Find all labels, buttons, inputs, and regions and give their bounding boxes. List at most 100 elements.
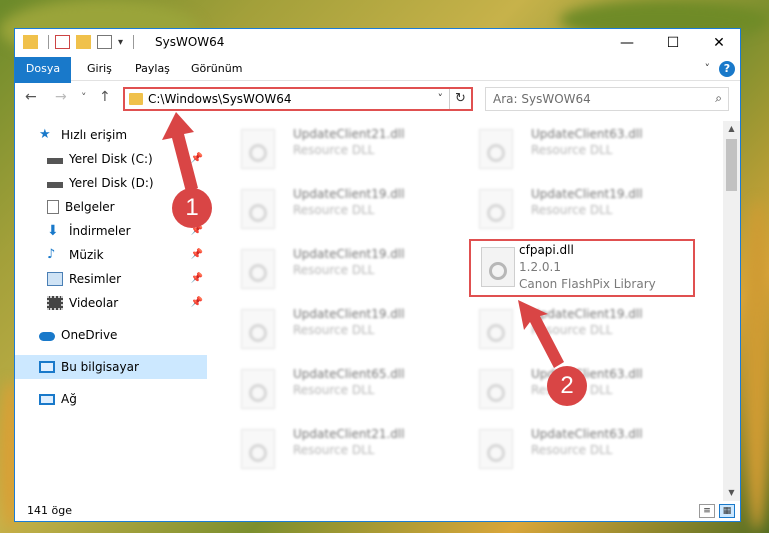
- search-box[interactable]: Ara: SysWOW64 ⌕: [485, 87, 729, 111]
- file-name: UpdateClient19.dll: [531, 187, 643, 201]
- search-icon[interactable]: ⌕: [715, 91, 722, 106]
- sidebar-item-label: Videolar: [69, 296, 119, 310]
- sidebar-item-onedrive[interactable]: OneDrive: [15, 323, 207, 347]
- file-item[interactable]: UpdateClient21.dll Resource DLL: [231, 421, 451, 475]
- dll-file-icon: [479, 369, 513, 409]
- sidebar-item-disk-d[interactable]: Yerel Disk (D:): [15, 171, 207, 195]
- details-view-button[interactable]: ≡: [699, 504, 715, 518]
- file-name: UpdateClient21.dll: [293, 427, 405, 441]
- ribbon: Dosya Giriş Paylaş Görünüm ˅ ?: [15, 57, 740, 111]
- sidebar-item-disk-c[interactable]: Yerel Disk (C:) 📌: [15, 147, 207, 171]
- gear-icon: [487, 324, 505, 342]
- file-name: UpdateClient19.dll: [531, 307, 643, 321]
- window-title: SysWOW64: [155, 35, 225, 49]
- dll-file-icon: [241, 189, 275, 229]
- sidebar-item-pictures[interactable]: Resimler 📌: [15, 267, 207, 291]
- wallpaper: [745, 200, 769, 530]
- file-name: UpdateClient65.dll: [293, 367, 405, 381]
- gear-icon: [249, 324, 267, 342]
- chevron-down-icon[interactable]: ˅: [438, 92, 444, 105]
- address-bar[interactable]: C:\Windows\SysWOW64 ˅ ↻: [123, 87, 473, 111]
- address-path[interactable]: C:\Windows\SysWOW64: [148, 92, 292, 106]
- sidebar-item-music[interactable]: ♪ Müzik 📌: [15, 243, 207, 267]
- tab-share[interactable]: Paylaş: [125, 57, 180, 81]
- help-button[interactable]: ?: [719, 61, 735, 77]
- sidebar-item-label: Hızlı erişim: [61, 128, 128, 142]
- network-icon: [39, 393, 55, 405]
- file-item[interactable]: UpdateClient19.dll Resource DLL: [469, 181, 689, 235]
- gear-icon: [487, 204, 505, 222]
- tiles-view-button[interactable]: ▦: [719, 504, 735, 518]
- file-type: Resource DLL: [531, 143, 613, 157]
- file-item[interactable]: UpdateClient19.dll Resource DLL: [231, 301, 451, 355]
- gear-icon: [249, 204, 267, 222]
- file-item[interactable]: UpdateClient63.dll Resource DLL: [469, 121, 689, 175]
- tab-home[interactable]: Giriş: [77, 57, 122, 81]
- dll-file-icon: [479, 129, 513, 169]
- status-bar: 141 öge ≡ ▦: [15, 501, 740, 521]
- new-folder-icon[interactable]: [76, 35, 91, 49]
- sidebar-item-label: İndirmeler: [69, 224, 131, 238]
- gear-icon: [249, 264, 267, 282]
- chevron-down-icon[interactable]: ▾: [118, 37, 123, 48]
- gear-icon: [487, 384, 505, 402]
- refresh-button[interactable]: ↻: [449, 89, 471, 109]
- forward-button[interactable]: →: [55, 89, 67, 105]
- file-item[interactable]: UpdateClient63.dll Resource DLL: [469, 421, 689, 475]
- pin-icon[interactable]: 📌: [191, 297, 203, 308]
- title-bar: ▾ SysWOW64 — ☐ ✕: [15, 29, 740, 57]
- sidebar-item-label: Yerel Disk (C:): [69, 152, 153, 166]
- sidebar-item-label: Resimler: [69, 272, 122, 286]
- pin-icon[interactable]: 📌: [191, 249, 203, 260]
- gear-icon: [487, 444, 505, 462]
- pin-icon[interactable]: 📌: [191, 153, 203, 164]
- dll-file-icon: [241, 429, 275, 469]
- up-button[interactable]: ↑: [99, 89, 111, 105]
- dll-file-icon: [479, 429, 513, 469]
- minimize-button[interactable]: —: [604, 29, 650, 57]
- expand-ribbon-icon[interactable]: ˅: [705, 62, 711, 75]
- properties-icon[interactable]: [55, 35, 70, 49]
- file-item-cfpapi[interactable]: cfpapi.dll 1.2.0.1 Canon FlashPix Librar…: [469, 239, 695, 297]
- tab-view[interactable]: Görünüm: [181, 57, 252, 81]
- drive-icon: [47, 182, 63, 188]
- file-item[interactable]: UpdateClient21.dll Resource DLL: [231, 121, 451, 175]
- file-type: Resource DLL: [531, 443, 613, 457]
- drive-icon: [47, 158, 63, 164]
- file-item[interactable]: UpdateClient19.dll Resource DLL: [231, 181, 451, 235]
- dll-file-icon: [241, 249, 275, 289]
- close-button[interactable]: ✕: [696, 29, 740, 57]
- customize-icon[interactable]: [97, 35, 112, 49]
- sidebar-item-label: Ağ: [61, 392, 77, 406]
- scrollbar-thumb[interactable]: [726, 139, 737, 191]
- sidebar-item-quick-access[interactable]: ★ Hızlı erişim: [15, 123, 207, 147]
- vertical-scrollbar[interactable]: ▲ ▼: [723, 121, 740, 501]
- dll-file-icon: [479, 309, 513, 349]
- file-item[interactable]: UpdateClient65.dll Resource DLL: [231, 361, 451, 415]
- sidebar-item-this-pc[interactable]: Bu bilgisayar: [15, 355, 207, 379]
- sidebar-item-videos[interactable]: Videolar 📌: [15, 291, 207, 315]
- dll-file-icon: [479, 189, 513, 229]
- explorer-window: ▾ SysWOW64 — ☐ ✕ Dosya Giriş Paylaş Görü…: [14, 28, 741, 522]
- video-icon: [47, 296, 63, 310]
- gear-icon: [487, 144, 505, 162]
- file-item[interactable]: UpdateClient19.dll Resource DLL: [469, 301, 689, 355]
- sidebar-item-label: OneDrive: [61, 328, 118, 342]
- back-button[interactable]: ←: [25, 89, 37, 105]
- file-item[interactable]: UpdateClient19.dll Resource DLL: [231, 241, 451, 295]
- pin-icon[interactable]: 📌: [191, 273, 203, 284]
- scroll-down-icon[interactable]: ▼: [723, 485, 740, 501]
- maximize-button[interactable]: ☐: [650, 29, 696, 57]
- file-type: Resource DLL: [293, 383, 375, 397]
- dll-file-icon: [241, 369, 275, 409]
- file-name: UpdateClient63.dll: [531, 427, 643, 441]
- file-type: Resource DLL: [293, 263, 375, 277]
- search-input[interactable]: Ara: SysWOW64: [493, 92, 591, 106]
- file-version: 1.2.0.1: [519, 260, 561, 274]
- file-name: UpdateClient19.dll: [293, 187, 405, 201]
- scroll-up-icon[interactable]: ▲: [723, 121, 740, 137]
- gear-icon: [489, 262, 507, 280]
- recent-locations-button[interactable]: ˅: [81, 91, 87, 104]
- file-type: Resource DLL: [293, 203, 375, 217]
- sidebar-item-network[interactable]: Ağ: [15, 387, 207, 411]
